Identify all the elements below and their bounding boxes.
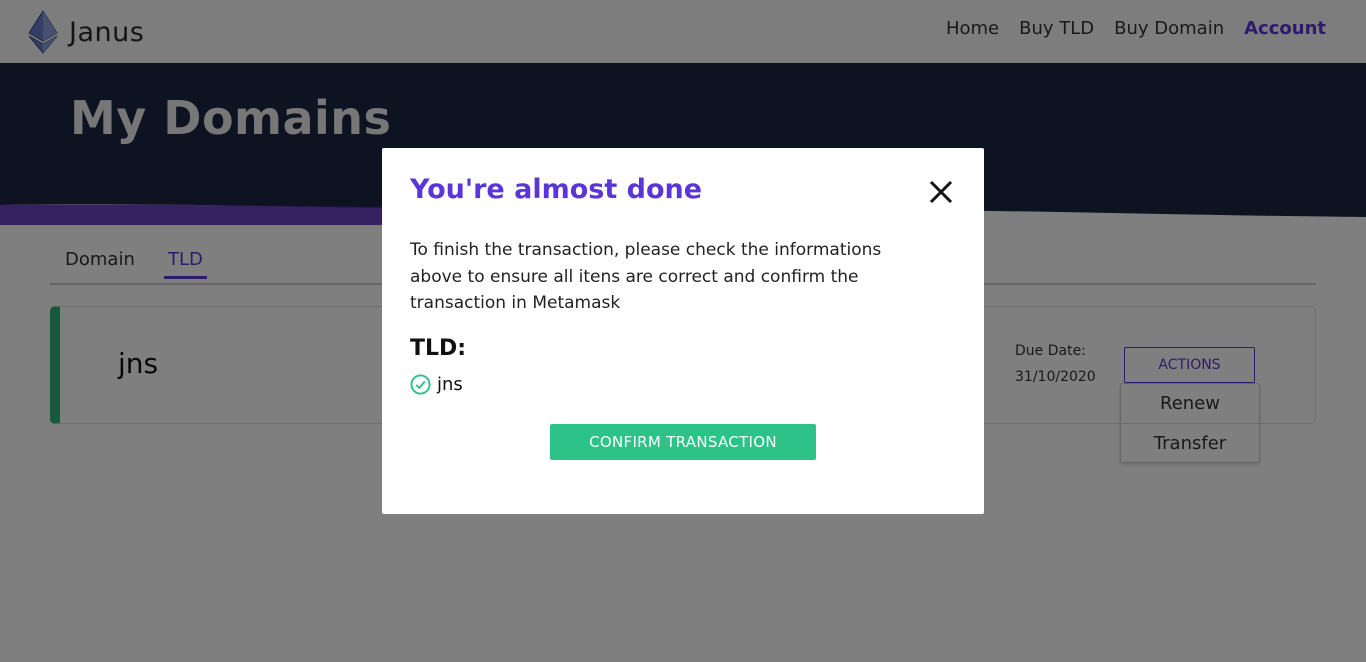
confirm-modal: You're almost done To finish the transac…: [382, 148, 984, 514]
tld-value: jns: [437, 374, 463, 395]
close-icon[interactable]: [927, 178, 955, 206]
tld-item: jns: [410, 374, 463, 395]
modal-description: To finish the transaction, please check …: [410, 240, 882, 313]
tld-label: TLD:: [410, 336, 467, 361]
modal-title: You're almost done: [410, 174, 703, 205]
check-circle-icon: [410, 374, 431, 395]
confirm-transaction-button[interactable]: CONFIRM TRANSACTION: [550, 424, 816, 460]
